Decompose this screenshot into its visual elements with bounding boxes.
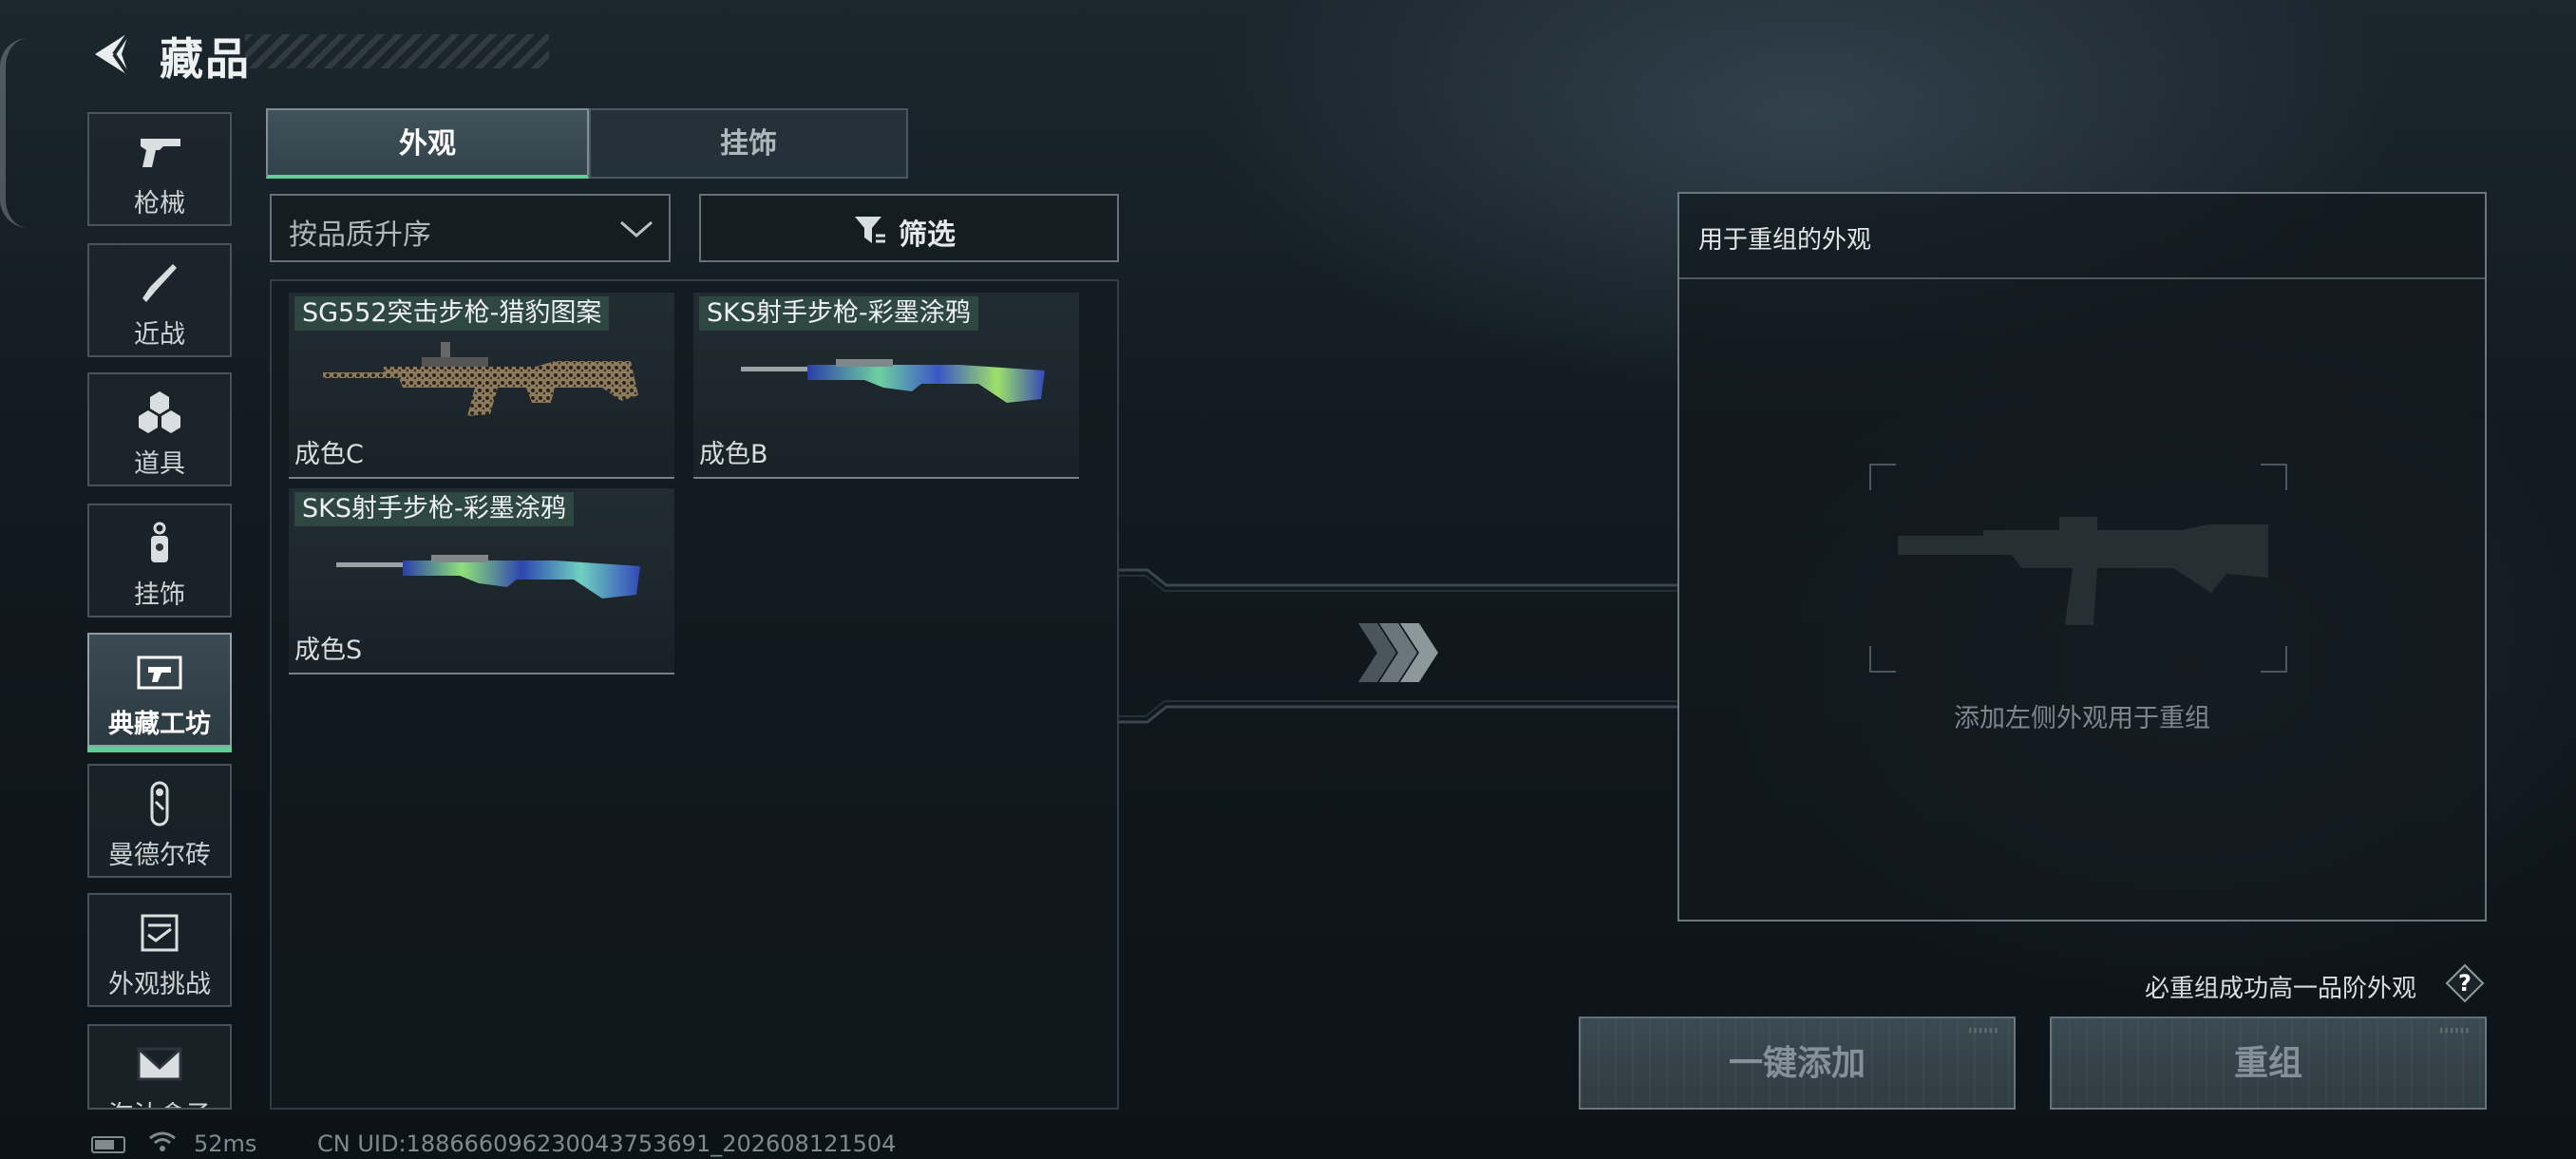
empty-slot[interactable] — [1869, 464, 2287, 673]
box-icon — [137, 1047, 182, 1081]
button-decoration: ▮▮▮▮▮▮ — [2438, 1026, 2470, 1036]
battery-icon — [91, 1136, 125, 1153]
recombine-panel: 用于重组的外观 添加左侧外观用于重组 — [1677, 192, 2487, 922]
add-all-label: 一键添加 — [1728, 1044, 1866, 1083]
filter-label: 筛选 — [899, 218, 956, 252]
skin-name: SKS射手步枪-彩墨涂鸦 — [294, 492, 574, 526]
add-all-button[interactable]: ▮▮▮▮▮▮ 一键添加 — [1579, 1016, 2016, 1110]
back-button[interactable] — [87, 28, 135, 80]
back-arrow-icon — [95, 30, 131, 78]
sidebar-item-label: 道具 — [134, 449, 185, 479]
sidebar-item-label: 外观挑战 — [108, 970, 211, 999]
workshop-icon — [137, 656, 182, 690]
pistol-icon — [141, 139, 180, 167]
skin-card[interactable]: SKS射手步枪-彩墨涂鸦 成色S — [289, 488, 674, 674]
button-decoration: ▮▮▮▮▮▮ — [1967, 1026, 1998, 1036]
sks-rifle-image — [741, 359, 1045, 403]
panel-header: 用于重组的外观 — [1679, 194, 2485, 279]
skin-card[interactable]: SG552突击步枪-猎豹图案 成色C — [289, 293, 674, 479]
help-icon[interactable]: ? — [2445, 963, 2485, 1003]
sidebar-item-charms[interactable]: 挂饰 — [87, 504, 232, 618]
filter-icon — [855, 217, 885, 243]
panel-title: 用于重组的外观 — [1698, 226, 1872, 255]
sidebar-item-guns[interactable]: 枪械 — [87, 112, 232, 226]
sidebar-item-label: 曼德尔砖 — [108, 841, 211, 870]
sks-rifle-image — [336, 555, 640, 598]
ping-readout: 52ms — [194, 1130, 257, 1157]
sidebar-item-melee[interactable]: 近战 — [87, 243, 232, 357]
recombine-note: 必重组成功高一品阶外观 — [2145, 975, 2417, 1003]
recombine-label: 重组 — [2233, 1044, 2302, 1083]
sg552-rifle-image — [323, 342, 638, 416]
title-stripe-decoration — [245, 34, 549, 68]
uid-text: CN UID:18866609623004375369​1_2026081215… — [317, 1130, 897, 1157]
chevron-down-icon — [620, 220, 653, 238]
panel-hint: 添加左侧外观用于重组 — [1954, 704, 2210, 733]
tab-skins[interactable]: 外观 — [266, 108, 589, 179]
sidebar-item-mandel-brick[interactable]: 曼德尔砖 — [87, 764, 232, 878]
knife-icon — [142, 264, 177, 302]
sidebar-item-label: 典藏工坊 — [108, 710, 211, 739]
chevron-right-icon — [1358, 623, 1438, 682]
skin-list: SG552突击步枪-猎豹图案 成色C SKS射手步枪-彩墨涂鸦 成色B SKS射… — [270, 279, 1119, 1110]
key-icon — [150, 781, 169, 826]
sidebar-item-label: 枪械 — [134, 189, 185, 218]
sidebar-item-gear[interactable]: 道具 — [87, 372, 232, 486]
tab-charms[interactable]: 挂饰 — [589, 108, 908, 179]
sort-dropdown[interactable]: 按品质升序 — [270, 194, 671, 262]
challenge-icon — [141, 914, 179, 952]
screen-edge-decoration — [0, 38, 34, 228]
page-title: 藏品 — [160, 33, 251, 85]
skin-grade: 成色C — [294, 440, 364, 469]
skin-name: SG552突击步枪-猎豹图案 — [294, 296, 610, 331]
sort-value: 按品质升序 — [289, 218, 431, 252]
skin-name: SKS射手步枪-彩墨涂鸦 — [699, 296, 978, 331]
charm-icon — [151, 522, 168, 562]
sidebar-item-workshop[interactable]: 典藏工坊 — [87, 633, 232, 752]
skin-card[interactable]: SKS射手步枪-彩墨涂鸦 成色B — [693, 293, 1079, 479]
sidebar-item-label: 淘汰盒子 — [89, 1094, 230, 1108]
sidebar-item-label: 挂饰 — [134, 580, 185, 610]
sidebar-item-box[interactable]: 淘汰盒子 — [87, 1024, 232, 1110]
svg-text:?: ? — [2458, 970, 2472, 997]
skin-grade: 成色S — [294, 636, 363, 665]
sidebar-item-label: 近战 — [134, 320, 185, 350]
sidebar-item-skin-challenge[interactable]: 外观挑战 — [87, 893, 232, 1007]
skin-grade: 成色B — [699, 440, 768, 469]
wifi-icon — [149, 1131, 176, 1151]
grenade-icon — [139, 391, 180, 433]
filter-button[interactable]: 筛选 — [699, 194, 1119, 262]
recombine-button[interactable]: ▮▮▮▮▮▮ 重组 — [2050, 1016, 2487, 1110]
